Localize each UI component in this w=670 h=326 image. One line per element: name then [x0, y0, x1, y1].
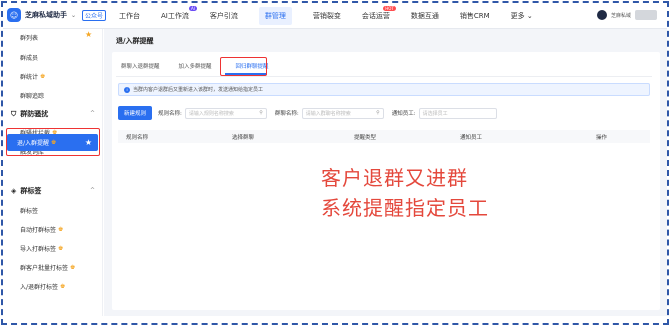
sidebar-item-label: 群聊追踪 [20, 93, 45, 100]
sidebar-group-label: 群标签 [20, 187, 42, 195]
sidebar-group-anti-harassment[interactable]: ⛉ 群防骚扰 [11, 109, 48, 119]
sidebar-item-group-members[interactable]: 群成员 [20, 53, 38, 62]
nav-marketing-fission[interactable]: 营销裂变 [313, 11, 341, 21]
info-banner: i 当群内客户退群后又重新进入该群时，发送通知给指定员工 [118, 83, 650, 96]
sidebar-item-label: 群成员 [20, 55, 39, 62]
sidebar-group-label: 群防骚扰 [20, 110, 49, 118]
table-header: 规则名称 选择群聊 提醒类型 通知员工 操作 [118, 130, 650, 143]
sidebar-item-label: 导入打群标签 [20, 246, 57, 253]
annotation-line-1: 客户退群又进群 [321, 166, 468, 190]
vip-crown-icon: ♚ [40, 73, 46, 80]
search-icon[interactable]: ⚲ [376, 110, 380, 116]
brand-name: 芝麻私域助手 [25, 11, 67, 19]
shield-icon: ⛉ [11, 109, 17, 118]
collapse-caret-icon[interactable]: ^ [90, 110, 95, 117]
column-select-group: 选择群聊 [232, 135, 255, 141]
group-name-input[interactable]: 请输入群聊名称搜索 ⚲ [301, 107, 384, 119]
column-reminder-type: 提醒类型 [354, 135, 377, 141]
notify-staff-select[interactable]: 请选择员工 [418, 107, 497, 119]
vip-crown-icon: ♚ [70, 264, 76, 271]
ai-badge: AI [188, 6, 197, 11]
page-title: 退/入群提醒 [116, 37, 154, 45]
nav-session-operation-label: 会话运营 [361, 12, 390, 20]
brand-dropdown-icon: ⌄ [71, 11, 77, 19]
new-rule-button[interactable]: 新建规则 [118, 106, 153, 120]
nav-group-management[interactable]: 群管理 [258, 7, 292, 25]
rule-name-label: 规则名称: [158, 111, 182, 117]
tab-multi-group-reminder[interactable]: 加入多群提醒 [179, 62, 212, 70]
info-text: 当群内客户退群后又重新进入该群时，发送通知给指定员工 [133, 87, 264, 93]
highlight-box-sidebar [6, 128, 100, 156]
vip-crown-icon: ♚ [60, 283, 66, 290]
sidebar-item-group-stats[interactable]: 群统计 ♚ [20, 72, 45, 81]
sidebar-item-label: 群标签 [20, 208, 39, 215]
sidebar-item-label: 群列表 [20, 35, 39, 42]
nav-data-interop[interactable]: 数据互通 [411, 11, 439, 21]
favorite-star-icon[interactable]: ★ [85, 30, 92, 39]
highlight-box-tab [220, 57, 267, 76]
version-tag: 公众号 [82, 9, 107, 21]
search-icon[interactable]: ⚲ [259, 110, 263, 116]
sidebar-item-join-leave-tag[interactable]: 入/退群打标签 ♚ [20, 282, 65, 291]
nav-workbench[interactable]: 工作台 [119, 11, 140, 21]
notify-staff-placeholder: 请选择员工 [422, 110, 448, 117]
sidebar: 群列表 ★ 群成员 群统计 ♚ 群聊追踪 ⛉ 群防骚扰 ^ 群骚扰拦截 ♚ 触发… [3, 29, 103, 316]
nav-more[interactable]: 更多 ⌄ [511, 11, 533, 21]
annotation-overlay: 客户退群又进群 系统提醒指定员工 [321, 163, 489, 223]
blurred-user-info [635, 10, 657, 20]
nav-ai-workflow[interactable]: AI工作流 AI [161, 6, 197, 21]
sidebar-item-label: 自动打群标签 [20, 227, 57, 234]
nav-session-operation[interactable]: 会话运营 HOT [361, 6, 396, 21]
filter-bar: 新建规则 规则名称: 请输入规则名称搜索 ⚲ 群聊名称: 请输入群聊名称搜索 ⚲… [118, 106, 505, 120]
tag-icon: ◈ [11, 187, 17, 195]
nav-ai-workflow-label: AI工作流 [161, 12, 189, 20]
collapse-caret-icon[interactable]: ^ [90, 187, 95, 194]
app-logo-icon: ☺ [7, 8, 21, 22]
tab-divider [116, 76, 652, 77]
hot-badge: HOT [383, 6, 396, 11]
rule-name-input[interactable]: 请输入规则名称搜索 ⚲ [184, 107, 267, 119]
vip-crown-icon: ♚ [58, 245, 64, 252]
user-name: 芝麻私域 [610, 12, 631, 19]
sidebar-group-tags[interactable]: ◈ 群标签 [11, 186, 41, 196]
brand[interactable]: ☺ 芝麻私域助手 ⌄ 公众号 [7, 8, 107, 22]
sidebar-item-group-list[interactable]: 群列表 [20, 33, 38, 42]
sidebar-item-group-tracking[interactable]: 群聊追踪 [20, 91, 44, 100]
rule-name-placeholder: 请输入规则名称搜索 [188, 110, 234, 117]
sidebar-item-bulk-tag[interactable]: 群客户批量打标签 ♚ [20, 263, 75, 272]
sidebar-item-label: 入/退群打标签 [20, 284, 59, 291]
sidebar-item-auto-tag[interactable]: 自动打群标签 ♚ [20, 225, 63, 234]
tab-join-leave-reminder[interactable]: 群聊入退群提醒 [121, 62, 160, 70]
sidebar-item-label: 群客户批量打标签 [20, 265, 69, 272]
vip-crown-icon: ♚ [58, 226, 64, 233]
column-notify-staff: 通知员工 [460, 135, 483, 141]
nav-customer-acquisition[interactable]: 客户引流 [210, 11, 238, 21]
nav-sales-crm[interactable]: 销售CRM [460, 11, 490, 21]
sidebar-item-label: 群统计 [20, 74, 39, 81]
sidebar-item-import-tag[interactable]: 导入打群标签 ♚ [20, 244, 63, 253]
column-rule-name: 规则名称 [126, 135, 149, 141]
sidebar-item-group-tags[interactable]: 群标签 [20, 206, 38, 215]
group-name-label: 群聊名称: [274, 111, 299, 117]
group-name-placeholder: 请输入群聊名称搜索 [305, 110, 351, 117]
column-actions: 操作 [596, 135, 608, 141]
user-menu[interactable]: 芝麻私域 [596, 10, 657, 20]
user-avatar [596, 10, 607, 20]
main-nav: 工作台 AI工作流 AI 客户引流 群管理 营销裂变 会话运营 HOT 数据互通… [119, 3, 554, 29]
notify-staff-label: 通知员工: [391, 111, 416, 117]
annotation-line-2: 系统提醒指定员工 [321, 196, 489, 220]
info-icon: i [124, 86, 130, 93]
top-bar: ☺ 芝麻私域助手 ⌄ 公众号 工作台 AI工作流 AI 客户引流 群管理 营销裂… [3, 3, 667, 29]
